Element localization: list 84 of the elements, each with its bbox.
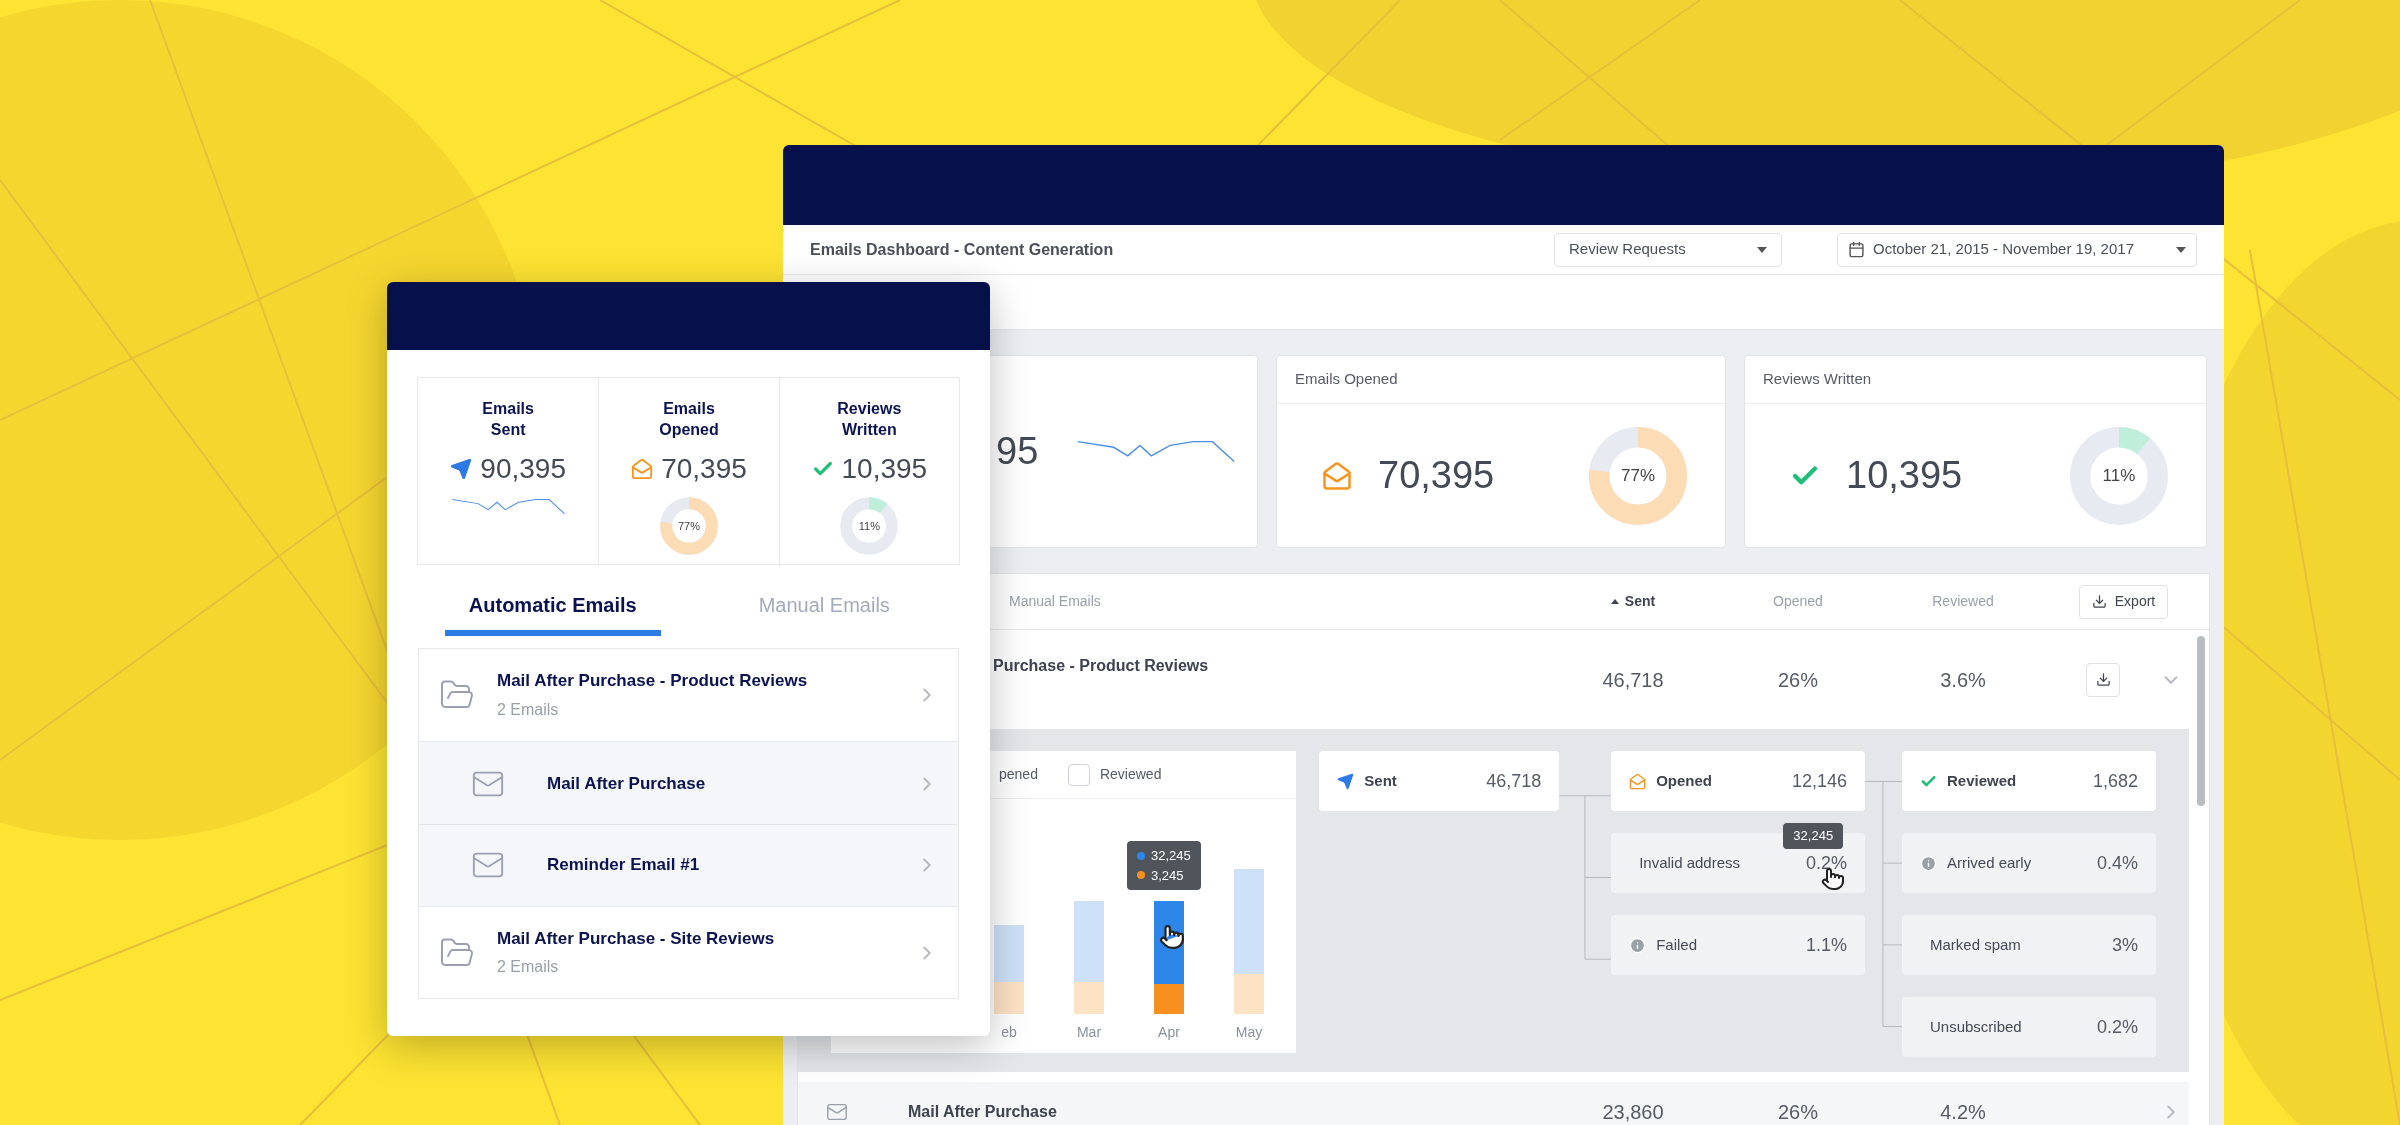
export-button[interactable]: Export — [2078, 584, 2169, 619]
email-row[interactable]: Mail After Purchase — [419, 744, 958, 824]
funnel-value: 12,146 — [1792, 769, 1848, 793]
funnel-label: Sent — [1364, 770, 1397, 791]
paper-plane-icon — [450, 458, 473, 480]
caret-icon — [1757, 246, 1767, 253]
donut-percent: 11% — [858, 518, 880, 534]
stat-title: Emails Opened — [1295, 369, 1398, 390]
funnel-label: Marked spam — [1930, 934, 2021, 955]
funnel-label: Failed — [1656, 934, 1697, 955]
folder-title: Mail After Purchase - Product Reviews — [497, 670, 808, 693]
stat-title: Reviews Written — [836, 399, 903, 440]
tooltip: 32,245 — [1783, 823, 1844, 849]
funnel-label: Opened — [1656, 770, 1712, 791]
stat-value: 95 — [996, 429, 1039, 474]
opened-rate: 26% — [1778, 1100, 1818, 1125]
funnel-label: Reviewed — [1947, 770, 2017, 791]
pointer-cursor-icon — [1821, 867, 1846, 891]
month-label: Apr — [1158, 1023, 1180, 1042]
download-icon — [2095, 672, 2111, 687]
opened-rate: 26% — [1778, 667, 1818, 693]
funnel-label: Invalid address — [1639, 852, 1741, 873]
month-label: May — [1235, 1023, 1263, 1042]
funnel-value: 46,718 — [1486, 769, 1542, 793]
donut-percent: 77% — [677, 518, 700, 534]
filter-dropdown[interactable]: Review Requests — [1554, 232, 1782, 267]
stat-title: Reviews Written — [1763, 369, 1872, 390]
paper-plane-icon — [1337, 772, 1355, 790]
stat-value: 70,395 — [1378, 453, 1495, 498]
info-icon — [1629, 936, 1647, 954]
donut-percent: 11% — [2102, 464, 2136, 487]
reviewed-rate: 3.6% — [1940, 667, 1986, 693]
stacked-bar[interactable] — [1154, 901, 1184, 1014]
stat-value: 10,395 — [1846, 453, 1963, 498]
email-count: 2 Emails — [497, 957, 560, 978]
date-range-picker[interactable]: October 21, 2015 - November 19, 2017 — [1837, 232, 2197, 267]
column-header[interactable]: Sent — [1610, 591, 1656, 612]
email-count: 2 Emails — [497, 699, 560, 720]
folder-title: Mail After Purchase - Site Reviews — [497, 927, 775, 950]
month-label: Mar — [1076, 1023, 1102, 1042]
donut-percent: 77% — [1621, 464, 1655, 487]
funnel-value: 0.2% — [1806, 851, 1848, 875]
legend-label: pened — [999, 765, 1038, 784]
tab[interactable]: Automatic Emails — [444, 579, 661, 636]
funnel-value: 1,682 — [2092, 769, 2138, 793]
open-envelope-icon — [1629, 772, 1647, 790]
open-envelope-icon — [631, 458, 654, 480]
caret-icon — [2176, 246, 2186, 253]
funnel-value: 1.1% — [1806, 933, 1848, 957]
envelope-icon — [826, 1101, 848, 1123]
tooltip-value: 32,245 — [1151, 847, 1191, 865]
funnel-value: 0.4% — [2096, 851, 2138, 875]
row-title: Purchase - Product Reviews — [993, 656, 1209, 676]
legend-checkbox[interactable] — [1067, 763, 1090, 786]
email-title: Mail After Purchase — [547, 773, 706, 796]
tooltip-value: 3,245 — [1151, 866, 1184, 885]
sent-count: 46,718 — [1602, 667, 1664, 693]
stat-title: Emails Sent — [481, 399, 535, 440]
funnel-value: 3% — [2111, 933, 2138, 957]
table-row[interactable]: Mail After Purchase 23,860 26% 4.2% — [798, 1082, 2189, 1125]
sort-arrow-icon — [1610, 599, 1619, 604]
stat-title: Emails Opened — [658, 399, 720, 440]
calendar-icon — [1848, 241, 1865, 258]
email-row[interactable]: Reminder Email #1 — [419, 824, 958, 904]
info-icon — [1920, 854, 1937, 872]
row-title: Mail After Purchase — [908, 1102, 1057, 1122]
sent-count: 23,860 — [1602, 1100, 1664, 1125]
month-label: eb — [1001, 1023, 1017, 1042]
donut-chart — [659, 496, 719, 556]
open-envelope-icon — [1322, 460, 1352, 491]
stat-value: 70,395 — [661, 452, 747, 486]
reviewed-rate: 4.2% — [1940, 1100, 1986, 1125]
funnel-value: 0.2% — [2096, 1015, 2138, 1039]
funnel-label: Arrived early — [1947, 852, 2032, 873]
email-title: Reminder Email #1 — [547, 853, 700, 876]
stat-value: 90,395 — [480, 452, 566, 486]
donut-chart — [839, 496, 900, 556]
download-button[interactable] — [2086, 662, 2120, 697]
download-icon — [2091, 594, 2107, 609]
legend-label: Reviewed — [1099, 765, 1162, 784]
pointer-cursor-icon — [1159, 924, 1185, 950]
funnel-label: Unsubscribed — [1930, 1016, 2022, 1037]
dashboard-title: Emails Dashboard - Content Generation — [810, 239, 1114, 260]
stat-value: 10,395 — [841, 452, 928, 486]
